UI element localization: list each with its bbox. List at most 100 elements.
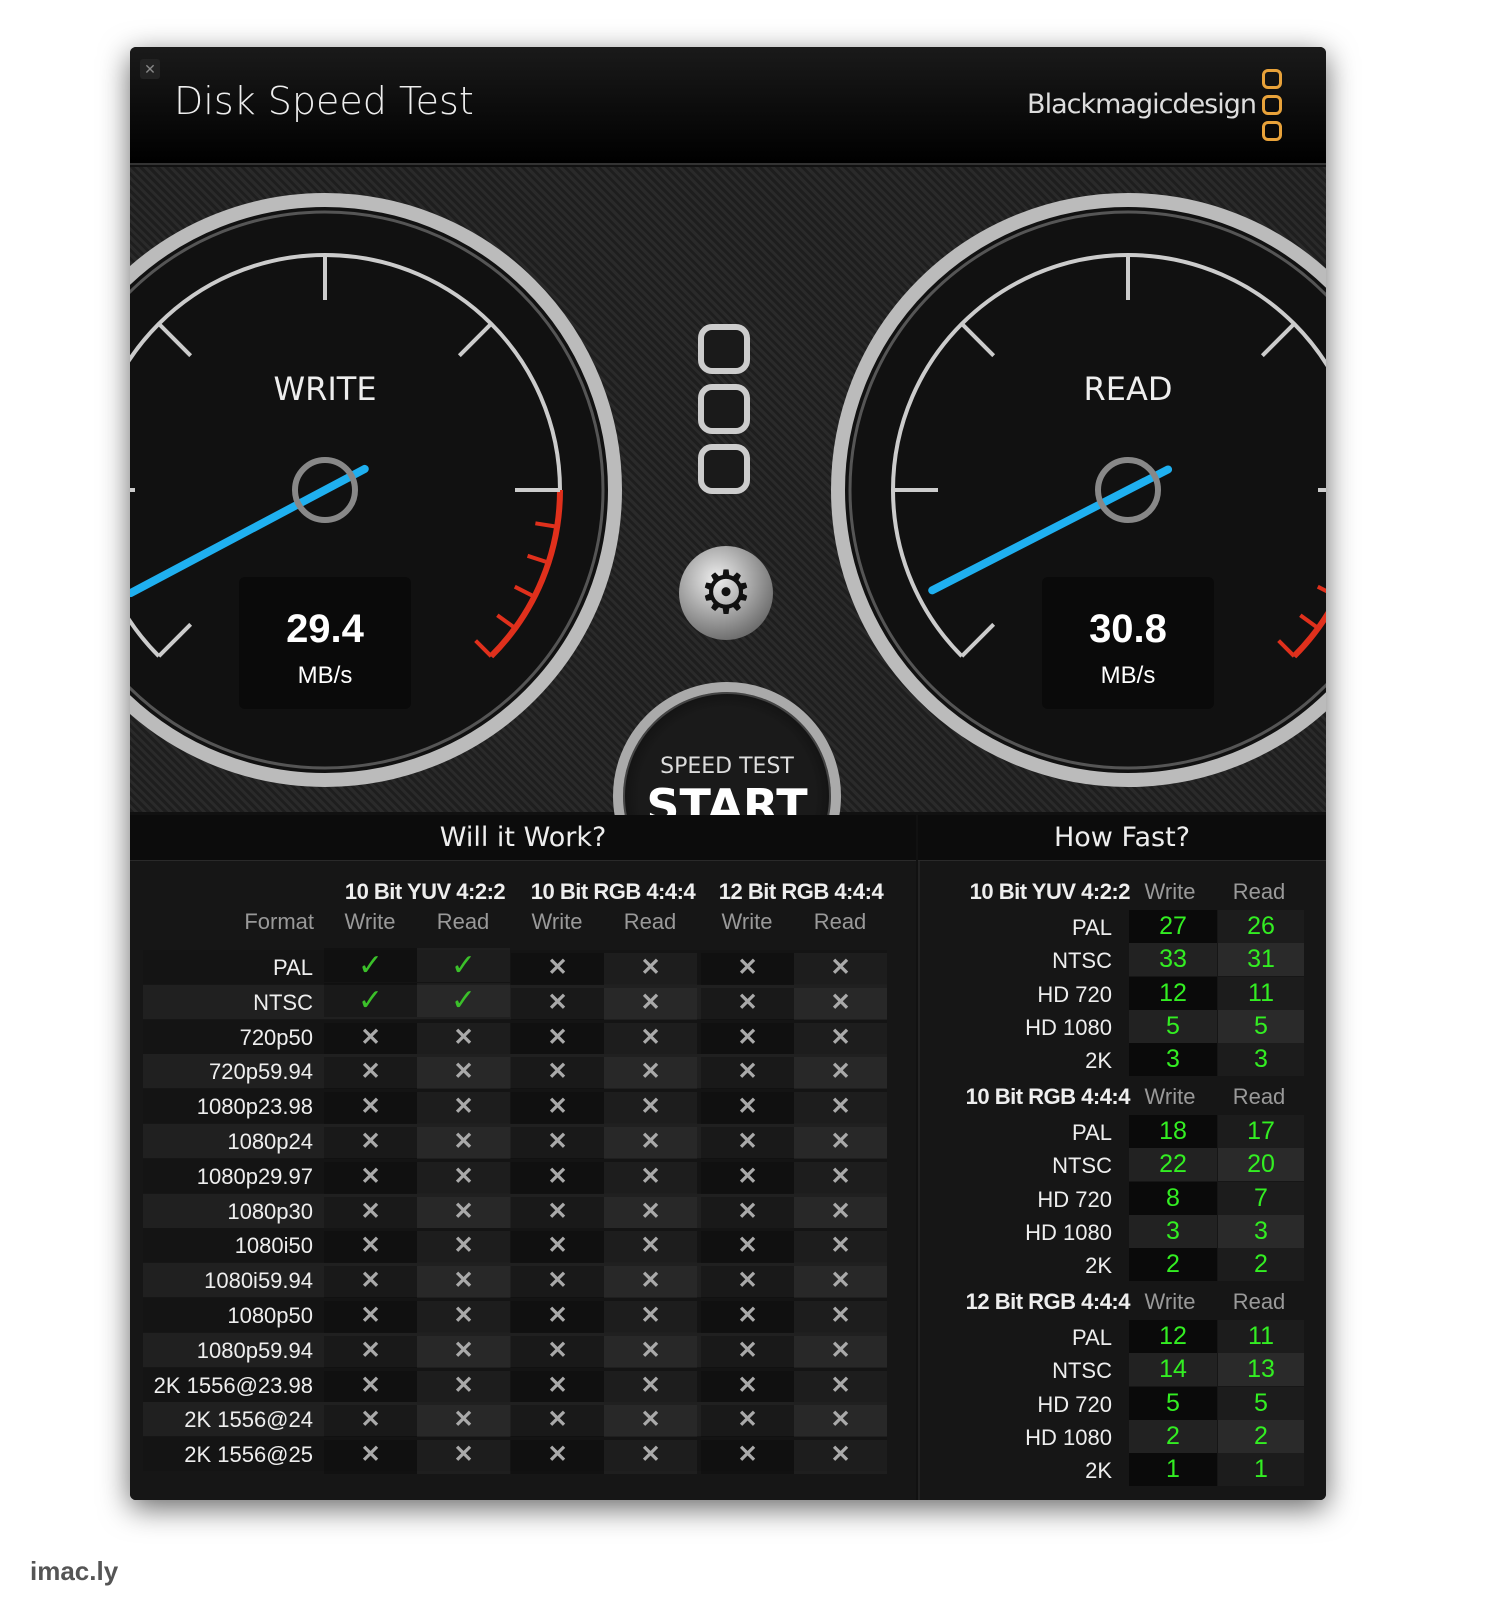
- cross-icon: ✕: [417, 1161, 510, 1196]
- cross-icon: ✕: [701, 953, 794, 987]
- read-speed-unit: MB/s: [1100, 662, 1156, 689]
- cross-icon: ✕: [417, 1405, 510, 1440]
- gear-icon[interactable]: ⚙: [679, 546, 773, 640]
- close-icon[interactable]: ✕: [140, 59, 160, 79]
- cross-icon: ✕: [511, 1196, 604, 1231]
- speed-format-label: PAL: [1072, 915, 1112, 940]
- cross-icon: ✕: [417, 1057, 510, 1092]
- brand-logo-text: Blackmagicdesign: [1027, 89, 1257, 120]
- read-header: Read: [1232, 1084, 1286, 1109]
- cross-icon: ✕: [324, 1196, 417, 1231]
- column-header: Read: [623, 909, 677, 934]
- cross-icon: ✕: [417, 1196, 510, 1231]
- app-title: Disk Speed Test: [174, 79, 474, 123]
- format-header: Format: [244, 909, 314, 934]
- speed-format-label: HD 1080: [1025, 1424, 1112, 1450]
- read-speed-value: 30.8: [1089, 607, 1167, 651]
- speed-format-label: PAL: [1072, 1325, 1112, 1350]
- cross-icon: ✕: [324, 1057, 417, 1092]
- column-header: Write: [344, 909, 396, 934]
- format-label: 1080p30: [227, 1198, 313, 1224]
- cross-icon: ✕: [604, 1266, 697, 1301]
- read-fps-value: 11: [1218, 976, 1304, 1010]
- format-label: 1080i59.94: [204, 1268, 313, 1294]
- speed-group-header: 10 Bit YUV 4:2:2: [969, 879, 1131, 904]
- cross-icon: ✕: [511, 1092, 604, 1127]
- title-bar: ✕ Disk Speed Test Blackmagicdesign: [130, 47, 1326, 165]
- table-row: 1080p29.97 ✕ ✕ ✕ ✕ ✕ ✕: [143, 1158, 887, 1196]
- cross-icon: ✕: [701, 1370, 794, 1405]
- format-label: NTSC: [253, 989, 313, 1015]
- write-fps-value: 12: [1129, 976, 1217, 1010]
- cross-icon: ✕: [324, 1405, 417, 1440]
- cross-icon: ✕: [511, 1266, 604, 1301]
- cross-icon: ✕: [324, 1370, 417, 1405]
- table-row: 2K 1556@25 ✕ ✕ ✕ ✕ ✕ ✕: [143, 1437, 887, 1475]
- cross-icon: ✕: [794, 1440, 887, 1475]
- write-fps-value: 8: [1129, 1181, 1217, 1215]
- cross-icon: ✕: [604, 1231, 697, 1266]
- cross-icon: ✕: [701, 1161, 794, 1196]
- cross-icon: ✕: [324, 1301, 417, 1335]
- format-label: 2K 1556@24: [184, 1407, 313, 1433]
- cross-icon: ✕: [511, 1057, 604, 1092]
- write-fps-value: 5: [1129, 1386, 1217, 1420]
- read-fps-value: 11: [1218, 1320, 1304, 1353]
- cross-icon: ✕: [701, 987, 794, 1022]
- cross-icon: ✕: [604, 1370, 697, 1405]
- disk-speed-test-window: ✕ Disk Speed Test Blackmagicdesign ⚙ SPE…: [130, 47, 1326, 1500]
- cross-icon: ✕: [604, 987, 697, 1022]
- cross-icon: ✕: [511, 953, 604, 987]
- write-fps-value: 3: [1129, 1214, 1217, 1248]
- cross-icon: ✕: [794, 1196, 887, 1231]
- format-label: 1080p59.94: [196, 1337, 313, 1363]
- cross-icon: ✕: [794, 1405, 887, 1440]
- write-fps-value: 2: [1129, 1419, 1217, 1453]
- cross-icon: ✕: [794, 953, 887, 987]
- check-icon: ✓: [417, 948, 510, 982]
- speed-format-label: 2K: [1085, 1458, 1112, 1484]
- cross-icon: ✕: [604, 1196, 697, 1231]
- cross-icon: ✕: [511, 987, 604, 1022]
- speed-format-label: 2K: [1085, 1253, 1112, 1279]
- speed-format-label: HD 720: [1037, 981, 1112, 1007]
- read-fps-value: 5: [1218, 1386, 1304, 1420]
- cross-icon: ✕: [701, 1057, 794, 1092]
- gauge-panel: ⚙ SPEED TEST START WRITE 29.4 MB/s READ 30.8…: [130, 167, 1326, 910]
- cross-icon: ✕: [604, 1161, 697, 1196]
- read-fps-value: 1: [1218, 1453, 1304, 1487]
- how-fast-panel: 10 Bit YUV 4:2:2 Write Read PAL 27 26 NTSC 33 31…: [918, 815, 1326, 1500]
- format-label: 720p59.94: [209, 1059, 313, 1085]
- cross-icon: ✕: [794, 1335, 887, 1370]
- read-fps-value: 2: [1218, 1419, 1304, 1453]
- cross-icon: ✕: [794, 1266, 887, 1301]
- read-fps-value: 17: [1218, 1115, 1304, 1148]
- format-label: 2K 1556@23.98: [153, 1372, 313, 1398]
- cross-icon: ✕: [511, 1022, 604, 1057]
- write-header: Write: [1144, 1084, 1196, 1109]
- cross-icon: ✕: [604, 1092, 697, 1127]
- cross-icon: ✕: [511, 1405, 604, 1440]
- speed-format-label: NTSC: [1052, 948, 1112, 974]
- group-header: 10 Bit YUV 4:2:2: [344, 879, 506, 904]
- will-it-work-title: Will it Work?: [130, 815, 916, 861]
- write-fps-value: 5: [1129, 1009, 1217, 1043]
- table-row: 720p59.94 ✕ ✕ ✕ ✕ ✕ ✕: [143, 1054, 887, 1092]
- table-row: 720p50 ✕ ✕ ✕ ✕ ✕ ✕: [143, 1019, 887, 1057]
- check-icon: ✓: [324, 948, 417, 982]
- cross-icon: ✕: [701, 1405, 794, 1440]
- write-header: Write: [1144, 879, 1196, 904]
- table-row: 1080i59.94 ✕ ✕ ✕ ✕ ✕ ✕: [143, 1263, 887, 1301]
- cross-icon: ✕: [417, 1440, 510, 1475]
- write-fps-value: 27: [1129, 910, 1217, 943]
- column-header: Read: [436, 909, 490, 934]
- cross-icon: ✕: [794, 1057, 887, 1092]
- cross-icon: ✕: [324, 1161, 417, 1196]
- read-fps-value: 20: [1218, 1148, 1304, 1182]
- speed-format-label: NTSC: [1052, 1153, 1112, 1179]
- table-row: PAL ✓ ✓ ✕ ✕ ✕ ✕: [143, 948, 887, 987]
- cross-icon: ✕: [417, 1335, 510, 1370]
- speed-format-label: HD 720: [1037, 1391, 1112, 1417]
- cross-icon: ✕: [324, 1092, 417, 1127]
- read-fps-value: 26: [1218, 910, 1304, 943]
